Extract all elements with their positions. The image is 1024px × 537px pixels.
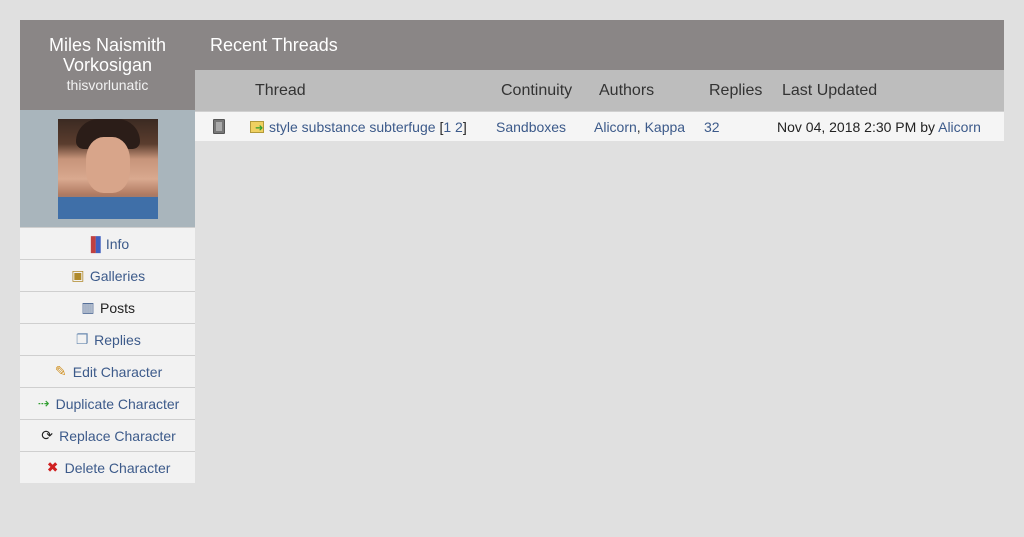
authors-cell: Alicorn, Kappa (594, 119, 685, 135)
page-link-1[interactable]: 1 (443, 119, 451, 135)
page-link-2[interactable]: 2 (455, 119, 463, 135)
last-updated-text: Nov 04, 2018 2:30 PM by (777, 119, 939, 135)
menu-item-label: Galleries (89, 267, 146, 284)
character-sidebar: Miles Naismith Vorkosigan thisvorlunatic… (20, 20, 195, 483)
menu-item-label: Replies (94, 331, 141, 348)
thread-book-icon[interactable] (213, 119, 225, 134)
pencil-icon: ✎ (54, 363, 67, 379)
author-separator: , (636, 119, 645, 135)
menu-item-label: Duplicate Character (55, 395, 180, 412)
menu-item-duplicate-character[interactable]: ⇢ Duplicate Character (20, 387, 195, 419)
thread-cell: style substance subterfuge [1 2] (250, 119, 467, 135)
menu-item-info[interactable]: ▐▌ Info (20, 227, 195, 259)
menu-item-replies[interactable]: ❐ Replies (20, 323, 195, 355)
column-thread: Thread (255, 81, 306, 99)
unread-arrow-icon[interactable] (250, 121, 264, 134)
menu-item-label: Info (105, 235, 130, 252)
menu-item-galleries[interactable]: ▣ Galleries (20, 259, 195, 291)
page-bracket-close: ] (462, 119, 467, 135)
avatar-shirt (57, 196, 158, 219)
chart-icon: ▐▌ (85, 235, 106, 252)
menu-item-label: Posts (99, 299, 135, 316)
menu-item-delete-character[interactable]: ✖ Delete Character (20, 451, 195, 483)
menu-item-edit-character[interactable]: ✎ Edit Character (20, 355, 195, 387)
menu-item-label: Edit Character (72, 363, 163, 380)
table-header: Thread Continuity Authors Replies Last U… (195, 70, 1004, 111)
character-header: Miles Naismith Vorkosigan thisvorlunatic (20, 20, 195, 110)
gallery-icon: ▣ (71, 267, 85, 283)
character-name: Miles Naismith Vorkosigan (48, 35, 167, 75)
duplicate-icon: ⇢ (37, 395, 50, 411)
table-row: style substance subterfuge [1 2] Sandbox… (195, 111, 1004, 141)
avatar-face (85, 136, 130, 193)
author-link-kappa[interactable]: Kappa (645, 119, 685, 135)
column-authors: Authors (599, 81, 655, 99)
continuity-link[interactable]: Sandboxes (496, 119, 566, 135)
book-icon: ▥ (81, 299, 95, 315)
thread-link[interactable]: style substance subterfuge (269, 119, 436, 135)
menu-item-label: Delete Character (64, 459, 171, 476)
menu-item-posts[interactable]: ▥ Posts (20, 291, 195, 323)
author-link-alicorn[interactable]: Alicorn (594, 119, 637, 135)
menu-item-label: Replace Character (59, 427, 176, 444)
column-replies: Replies (709, 81, 763, 99)
replies-count: 32 (704, 119, 720, 135)
last-updated-cell: Nov 04, 2018 2:30 PM by Alicorn (777, 119, 981, 135)
delete-icon: ✖ (46, 459, 59, 475)
recent-threads-panel: Recent Threads Thread Continuity Authors… (195, 20, 1004, 141)
column-last-updated: Last Updated (782, 81, 878, 99)
character-avatar[interactable] (57, 118, 158, 219)
refresh-icon: ⟳ (41, 427, 53, 443)
column-continuity: Continuity (501, 81, 573, 99)
last-updated-author-link[interactable]: Alicorn (938, 119, 981, 135)
panel-title: Recent Threads (195, 20, 1004, 70)
character-screenname: thisvorlunatic (66, 77, 149, 93)
replies-icon: ❐ (75, 331, 89, 347)
avatar-container (20, 110, 195, 227)
menu-item-replace-character[interactable]: ⟳ Replace Character (20, 419, 195, 451)
